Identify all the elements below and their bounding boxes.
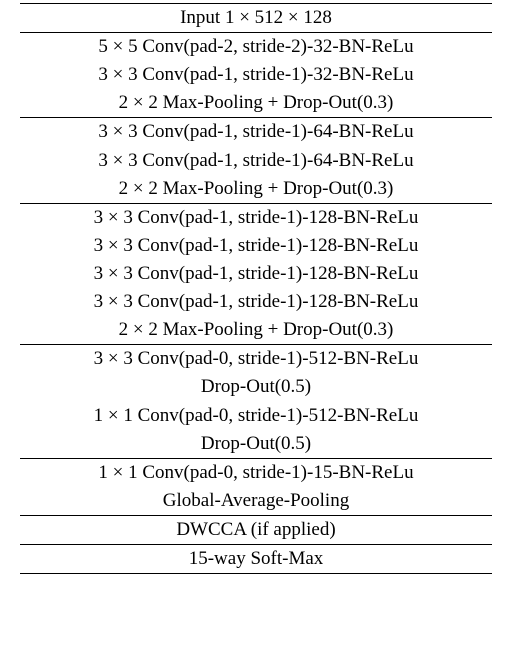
layer-row: Input 1 × 512 × 128: [20, 4, 492, 32]
layer-row: 1 × 1 Conv(pad-0, stride-1)-15-BN-ReLu: [20, 459, 492, 487]
layer-row: Drop-Out(0.5): [20, 430, 492, 458]
layer-group: 3 × 3 Conv(pad-1, stride-1)-128-BN-ReLu3…: [20, 204, 492, 346]
layer-row: 3 × 3 Conv(pad-1, stride-1)-128-BN-ReLu: [20, 288, 492, 316]
layer-row: 2 × 2 Max-Pooling + Drop-Out(0.3): [20, 316, 492, 344]
layer-row: 3 × 3 Conv(pad-1, stride-1)-128-BN-ReLu: [20, 260, 492, 288]
layer-group: Input 1 × 512 × 128: [20, 3, 492, 33]
layer-row: 3 × 3 Conv(pad-1, stride-1)-32-BN-ReLu: [20, 61, 492, 89]
layer-row: 1 × 1 Conv(pad-0, stride-1)-512-BN-ReLu: [20, 402, 492, 430]
layer-row: 5 × 5 Conv(pad-2, stride-2)-32-BN-ReLu: [20, 33, 492, 61]
layer-row: 3 × 3 Conv(pad-1, stride-1)-64-BN-ReLu: [20, 147, 492, 175]
layer-row: 3 × 3 Conv(pad-1, stride-1)-128-BN-ReLu: [20, 204, 492, 232]
layer-group: 1 × 1 Conv(pad-0, stride-1)-15-BN-ReLuGl…: [20, 459, 492, 516]
layer-group: 15-way Soft-Max: [20, 545, 492, 574]
layer-row: 3 × 3 Conv(pad-0, stride-1)-512-BN-ReLu: [20, 345, 492, 373]
layer-group: 3 × 3 Conv(pad-1, stride-1)-64-BN-ReLu3 …: [20, 118, 492, 203]
architecture-table: Input 1 × 512 × 1285 × 5 Conv(pad-2, str…: [20, 3, 492, 574]
layer-group: 5 × 5 Conv(pad-2, stride-2)-32-BN-ReLu3 …: [20, 33, 492, 118]
layer-row: Drop-Out(0.5): [20, 373, 492, 401]
layer-row: 15-way Soft-Max: [20, 545, 492, 573]
layer-row: 2 × 2 Max-Pooling + Drop-Out(0.3): [20, 175, 492, 203]
layer-row: 3 × 3 Conv(pad-1, stride-1)-64-BN-ReLu: [20, 118, 492, 146]
layer-row: 2 × 2 Max-Pooling + Drop-Out(0.3): [20, 89, 492, 117]
layer-row: 3 × 3 Conv(pad-1, stride-1)-128-BN-ReLu: [20, 232, 492, 260]
layer-group: DWCCA (if applied): [20, 516, 492, 545]
layer-group: 3 × 3 Conv(pad-0, stride-1)-512-BN-ReLuD…: [20, 345, 492, 458]
layer-row: Global-Average-Pooling: [20, 487, 492, 515]
layer-row: DWCCA (if applied): [20, 516, 492, 544]
